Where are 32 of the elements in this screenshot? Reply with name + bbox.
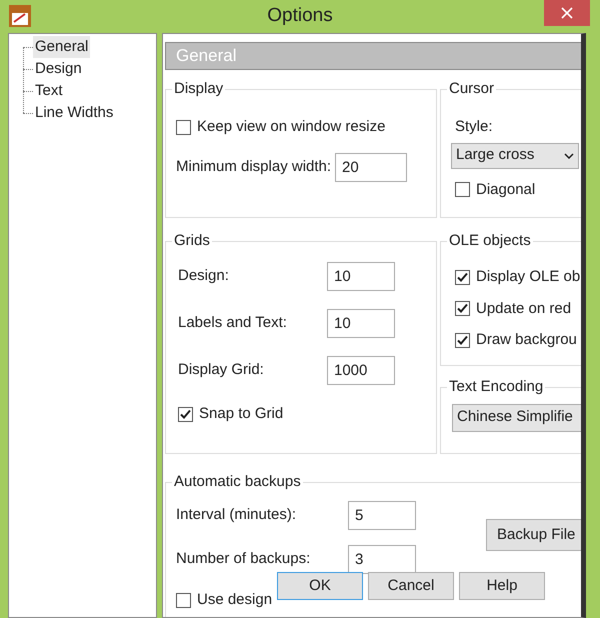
tree-item[interactable]: Line Widths bbox=[33, 102, 116, 124]
checkbox-label: Use design bbox=[197, 590, 272, 610]
window-title: Options bbox=[267, 4, 333, 28]
backup-file-button[interactable]: Backup File bbox=[486, 519, 581, 551]
field-label: Labels and Text: bbox=[178, 313, 287, 334]
checkbox-label: Update on red bbox=[476, 298, 572, 318]
encoding-dropdown[interactable]: Chinese Simplifie bbox=[452, 404, 581, 432]
dialog-button[interactable]: Help bbox=[459, 572, 545, 600]
checkbox-label: Diagonal bbox=[476, 180, 536, 200]
checkbox-label: Display OLE ob bbox=[476, 267, 580, 287]
field-label: Minimum display width: bbox=[176, 156, 332, 177]
dialog-button[interactable]: Cancel bbox=[368, 572, 454, 600]
checkbox-label: Snap to Grid bbox=[199, 404, 284, 424]
field-label: Display Grid: bbox=[178, 360, 264, 380]
tree-item[interactable]: General bbox=[33, 36, 90, 58]
field-label: Style: bbox=[455, 118, 493, 135]
input-field[interactable]: 20 bbox=[335, 152, 408, 182]
input-field[interactable]: 3 bbox=[348, 545, 416, 574]
checkbox-label: Keep view on window resize bbox=[197, 117, 386, 137]
checkbox-label: Draw backgrou bbox=[476, 330, 577, 350]
style-dropdown[interactable]: Large cross bbox=[451, 142, 579, 168]
field-label: Number of backups: bbox=[176, 549, 310, 570]
tree-item[interactable]: Design bbox=[33, 58, 84, 80]
dialog-button[interactable]: OK bbox=[277, 572, 363, 600]
input-field[interactable]: 1000 bbox=[327, 356, 395, 385]
input-field[interactable]: 10 bbox=[327, 309, 395, 338]
tree-item[interactable]: Text bbox=[33, 80, 65, 102]
field-label: Interval (minutes): bbox=[176, 505, 296, 526]
input-field[interactable]: 5 bbox=[348, 501, 416, 530]
field-label: Design: bbox=[178, 266, 229, 286]
page-header: General bbox=[165, 42, 581, 70]
input-field[interactable]: 10 bbox=[327, 262, 395, 291]
